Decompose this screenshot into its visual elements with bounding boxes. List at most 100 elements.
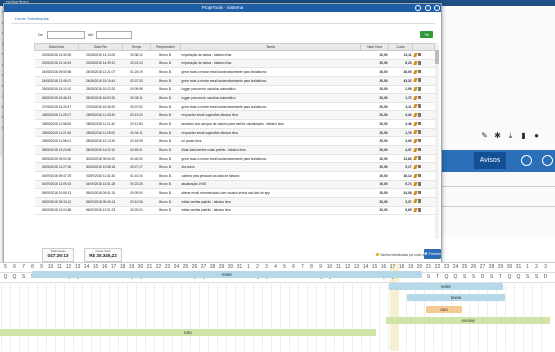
circle-icon[interactable] — [542, 155, 553, 166]
gantt-gridline — [289, 282, 290, 351]
gantt-bar[interactable]: teste — [389, 283, 503, 290]
trash-icon[interactable] — [417, 164, 421, 169]
column-header[interactable]: Tempo — [122, 43, 151, 51]
row-actions — [412, 119, 435, 129]
table-row[interactable]: 28/08/2018 11:21:50 28/08/2018 11:25:00 00… — [34, 128, 435, 138]
edit-icon[interactable] — [412, 156, 418, 160]
edit-icon[interactable] — [412, 95, 418, 100]
edit-icon[interactable] — [412, 104, 418, 108]
trash-icon[interactable] — [417, 156, 421, 160]
trash-icon[interactable] — [417, 138, 421, 143]
edit-icon[interactable] — [412, 199, 418, 203]
table-cell: 20,00 — [360, 162, 389, 172]
edit-icon[interactable] — [412, 138, 418, 143]
to-date-input[interactable] — [96, 31, 132, 39]
trash-icon[interactable] — [417, 130, 421, 134]
gantt-bar[interactable]: teww — [407, 294, 505, 301]
trash-icon[interactable] — [417, 182, 421, 186]
scrollbar-thumb[interactable] — [435, 50, 439, 64]
trash-icon[interactable] — [417, 95, 421, 100]
profile-icon[interactable]: ● — [530, 131, 543, 140]
puzzle-icon[interactable]: ✱ — [491, 131, 504, 140]
table-row[interactable]: 05/09/2018 09:33:12 05/09/2018 09:45:13 00… — [34, 197, 435, 207]
gantt-bar[interactable]: oooow — [386, 317, 550, 324]
trash-icon[interactable] — [417, 190, 421, 195]
trash-icon[interactable] — [417, 69, 421, 74]
table-row[interactable]: 27/08/2018 15:26:47 27/08/2018 15:36:20 00… — [34, 102, 435, 112]
column-header[interactable]: Data Início — [34, 43, 79, 51]
column-header[interactable]: Valor Hora — [360, 43, 389, 51]
table-cell: editar tarefas padrão - fabiano lima — [180, 206, 361, 216]
gantt-gridline — [379, 282, 380, 351]
table-row[interactable]: 28/08/2018 11:58:56 28/08/2018 11:21:40 00… — [34, 119, 435, 129]
edit-icon[interactable] — [412, 61, 418, 65]
edit-icon[interactable] — [412, 69, 418, 74]
column-header[interactable]: Responsável — [150, 43, 181, 51]
edit-icon[interactable] — [412, 190, 418, 195]
gantt-gridline — [199, 282, 200, 351]
edit-icon[interactable] — [412, 208, 418, 212]
edit-icon[interactable] — [412, 121, 418, 126]
trash-icon[interactable] — [417, 173, 421, 178]
close-button[interactable]: ✖ Fechar — [424, 249, 441, 259]
table-row[interactable]: 23/08/2018 13:30:39 23/08/2018 14:13:00 00… — [34, 50, 435, 60]
close-icon[interactable] — [434, 5, 440, 11]
trash-icon[interactable] — [417, 87, 421, 91]
table-row[interactable]: 23/08/2018 14:16:19 23/08/2018 14:39:12 00… — [34, 59, 435, 69]
gantt-bar[interactable]: toto — [0, 329, 376, 336]
trash-icon[interactable] — [417, 52, 421, 57]
avisos-button[interactable]: Avisos — [474, 152, 506, 169]
table-row[interactable]: 04/09/2018 13:09:15 04/09/2018 13:31:28 00… — [34, 180, 435, 190]
sidebar-icon[interactable]: ▮ — [517, 131, 530, 140]
row-actions — [412, 145, 435, 155]
table-scrollbar[interactable] — [435, 43, 439, 239]
table-row[interactable]: 24/08/2018 09:50:58 24/08/2018 12:21:07 01… — [34, 67, 435, 77]
from-date-input[interactable] — [47, 31, 85, 39]
edit-icon[interactable] — [412, 182, 418, 186]
column-header[interactable]: Custo — [388, 43, 413, 51]
trash-icon[interactable] — [417, 113, 421, 117]
table-row[interactable]: 30/08/2018 12:27:30 30/08/2018 12:58:18 00… — [34, 162, 435, 172]
table-row[interactable]: 28/08/2018 09:00:30 30/08/2018 09:40:20 00… — [34, 154, 435, 164]
table-row[interactable]: 28/08/2018 13:24:50 28/08/2018 14:22:10 00… — [34, 145, 435, 155]
trash-icon[interactable] — [417, 104, 421, 108]
trash-icon[interactable] — [417, 121, 421, 126]
table-row[interactable]: 05/09/2018 10:59:13 05/09/2018 09:41:15 00… — [34, 188, 435, 198]
trash-icon[interactable] — [417, 78, 421, 82]
info-icon[interactable] — [415, 5, 421, 11]
edit-icon[interactable] — [412, 78, 418, 82]
gantt-bar[interactable]: teste — [32, 271, 422, 278]
column-header[interactable]: Tarefa — [180, 43, 361, 51]
table-row[interactable]: 03/09/2018 09:47:29 03/09/2018 11:31:30 01… — [34, 171, 435, 181]
edit-icon[interactable] — [412, 87, 418, 91]
edit-icon[interactable] — [412, 130, 418, 134]
trash-icon[interactable] — [417, 199, 421, 203]
pen-icon[interactable]: ✎ — [478, 131, 491, 140]
table-row[interactable]: 26/08/2018 15:48:19 26/08/2018 16:03:30 00… — [34, 93, 435, 103]
list-icon[interactable]: ≡▾ — [420, 31, 433, 38]
table-cell: 00:11:50 — [122, 119, 151, 129]
column-header[interactable]: Data Fim — [78, 43, 123, 51]
power-icon[interactable] — [521, 155, 532, 166]
table-cell: 05/09/2018 10:59:13 — [34, 188, 79, 198]
trash-icon[interactable] — [417, 208, 421, 212]
edit-icon[interactable] — [412, 173, 418, 178]
table-cell: 43,32 — [388, 76, 413, 86]
table-row[interactable]: 24/08/2018 12:45:07 24/08/2018 15:19:44 02… — [34, 76, 435, 86]
edit-icon[interactable] — [412, 113, 418, 117]
edit-icon[interactable] — [412, 147, 418, 152]
table-row[interactable]: 06/09/2018 13:04:58 06/09/2018 13:31:23 00… — [34, 206, 435, 216]
trash-icon[interactable] — [417, 147, 421, 152]
tab-horas-trabalhadas[interactable]: Horas Trabalhadas — [15, 16, 49, 21]
table-row[interactable]: 28/08/2018 11:58:01 28/08/2018 12:14:30 00… — [34, 136, 435, 147]
row-actions — [412, 154, 435, 164]
gantt-bar[interactable]: ooo — [426, 306, 462, 313]
table-row[interactable]: 25/08/2018 15:10:10 25/08/2018 15:22:20 00… — [34, 85, 435, 95]
table-row[interactable]: 28/08/2018 11:25:27 28/08/2018 11:43:40 00… — [34, 110, 435, 121]
gantt-bar-label: oooow — [461, 318, 475, 323]
power-icon[interactable] — [425, 5, 431, 11]
trash-icon[interactable] — [417, 61, 421, 65]
edit-icon[interactable] — [412, 52, 418, 57]
download-icon[interactable]: ⤓ — [504, 131, 517, 141]
edit-icon[interactable] — [412, 164, 418, 169]
